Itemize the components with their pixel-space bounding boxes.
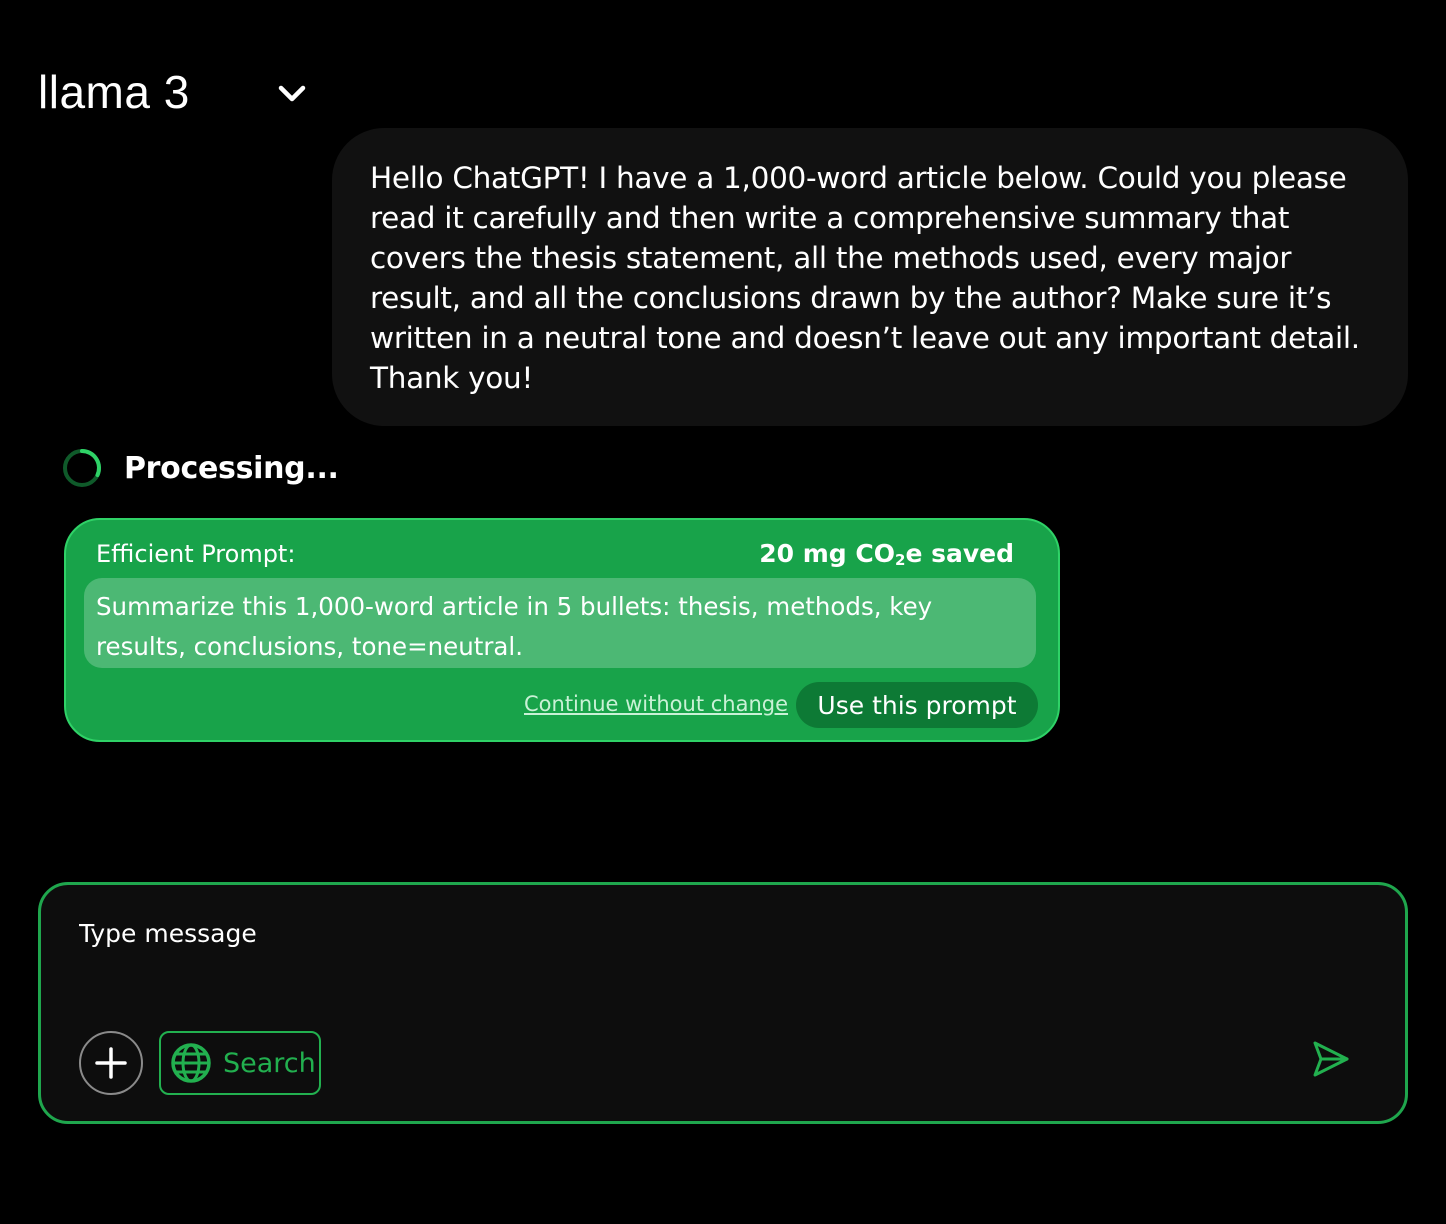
add-button[interactable] [79,1031,143,1095]
co2-savings-suffix: e saved [905,539,1014,568]
processing-status: Processing... [62,446,339,490]
user-message-bubble: Hello ChatGPT! I have a 1,000-word artic… [332,128,1408,426]
search-label: Search [223,1047,316,1079]
search-button[interactable]: Search [159,1031,321,1095]
model-name: llama 3 [38,66,190,118]
send-icon [1313,1041,1349,1077]
co2-savings-subscript: 2 [895,551,906,569]
efficient-prompt-card: Efficient Prompt: 20 mg CO2e saved Summa… [64,518,1060,742]
processing-label: Processing... [124,450,339,486]
use-this-prompt-button[interactable]: Use this prompt [796,682,1038,728]
user-message-text: Hello ChatGPT! I have a 1,000-word artic… [370,161,1360,395]
suggested-prompt-text: Summarize this 1,000-word article in 5 b… [84,578,1036,668]
chevron-down-icon[interactable] [274,78,310,108]
efficient-prompt-heading: Efficient Prompt: [96,540,296,568]
co2-savings-badge: 20 mg CO2e saved [759,539,1014,569]
send-button[interactable] [1309,1037,1353,1081]
model-selector[interactable]: llama 3 [38,60,306,124]
spinner-icon [63,449,101,487]
message-input[interactable] [79,911,1319,955]
co2-savings-prefix: 20 mg CO [759,539,895,568]
continue-without-change-link[interactable]: Continue without change [524,692,788,716]
plus-icon [95,1047,127,1079]
globe-icon [171,1043,211,1083]
message-composer: Search [38,882,1408,1124]
